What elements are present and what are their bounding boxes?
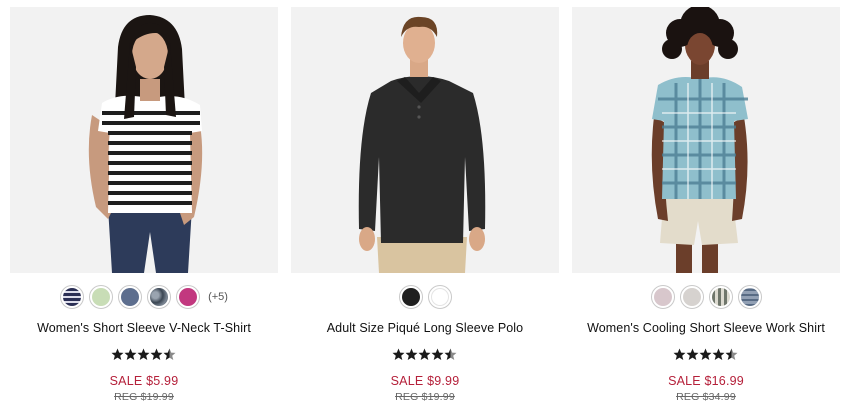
product-image[interactable]: [291, 7, 559, 273]
product-image[interactable]: [572, 7, 840, 273]
sale-price: SALE $5.99: [109, 374, 179, 388]
product-name[interactable]: Adult Size Piqué Long Sleeve Polo: [291, 321, 559, 335]
woman-striped-tshirt-photo: [88, 15, 203, 273]
product-name[interactable]: Women's Cooling Short Sleeve Work Shirt: [572, 321, 840, 335]
color-swatches: [291, 285, 559, 309]
star-rating-icon: [673, 348, 738, 360]
product-card[interactable]: Adult Size Piqué Long Sleeve Polo SALE $…: [291, 7, 559, 403]
product-card[interactable]: Women's Cooling Short Sleeve Work Shirt …: [572, 7, 840, 403]
star-rating-icon: [392, 348, 457, 360]
color-swatch[interactable]: [118, 285, 143, 309]
color-swatch[interactable]: [679, 285, 704, 309]
product-card[interactable]: (+5) Women's Short Sleeve V-Neck T-Shirt…: [10, 7, 278, 403]
color-swatch[interactable]: [89, 285, 114, 309]
color-swatch[interactable]: [427, 285, 452, 309]
rating-stars: [572, 348, 840, 361]
color-swatch[interactable]: [147, 285, 172, 309]
color-swatch[interactable]: [737, 285, 762, 309]
color-swatch[interactable]: [176, 285, 201, 309]
sale-price: SALE $9.99: [390, 374, 460, 388]
product-name[interactable]: Women's Short Sleeve V-Neck T-Shirt: [10, 321, 278, 335]
color-swatch[interactable]: [708, 285, 733, 309]
product-grid: (+5) Women's Short Sleeve V-Neck T-Shirt…: [0, 0, 850, 414]
color-swatches: [572, 285, 840, 309]
rating-stars: [10, 348, 278, 361]
regular-price: REG $19.99: [395, 391, 455, 403]
man-black-polo-photo: [358, 16, 486, 273]
star-rating-icon: [111, 348, 176, 360]
product-image[interactable]: [10, 7, 278, 273]
color-swatch[interactable]: [650, 285, 675, 309]
sale-price: SALE $16.99: [668, 374, 744, 388]
regular-price: REG $34.99: [676, 391, 736, 403]
regular-price: REG $19.99: [114, 391, 174, 403]
color-swatch[interactable]: [398, 285, 423, 309]
woman-plaid-shirt-photo: [651, 7, 748, 273]
more-colors-link[interactable]: (+5): [208, 291, 228, 303]
color-swatch[interactable]: [60, 285, 85, 309]
rating-stars: [291, 348, 559, 361]
color-swatches: (+5): [10, 285, 278, 309]
